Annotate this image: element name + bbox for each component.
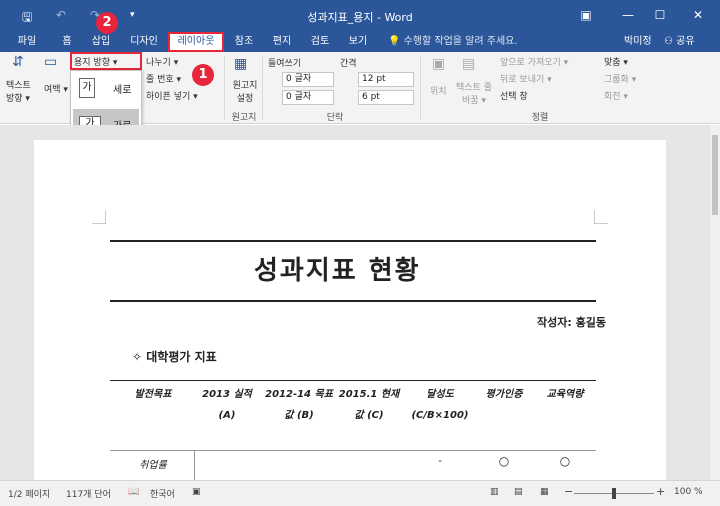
ribbon-separator	[262, 56, 263, 120]
selection-pane-button[interactable]: 선택 창	[500, 89, 528, 102]
table-header-cell[interactable]: 2015.1 현재 값 (C)	[336, 384, 402, 426]
orientation-button[interactable]: 용지 방향 ▾	[74, 55, 117, 68]
indent-label: 들여쓰기	[268, 59, 302, 69]
send-backward-button[interactable]: 뒤로 보내기 ▾	[500, 72, 552, 85]
manuscript-icon: ▦	[234, 56, 248, 72]
close-icon[interactable]: ✕	[686, 5, 710, 25]
line-numbers-button[interactable]: 줄 번호 ▾	[146, 72, 181, 85]
table-header-cell[interactable]: 발전목표	[118, 384, 188, 405]
zoom-out-button[interactable]: −	[564, 485, 573, 498]
indent-left-field[interactable]: 0 글자	[282, 72, 334, 87]
maximize-icon[interactable]: ☐	[648, 5, 672, 25]
author-line[interactable]: 작성자: 홍길동	[537, 314, 606, 330]
document-title[interactable]: 성과지표 현황	[254, 250, 421, 287]
spacing-after-field[interactable]: 6 pt	[358, 90, 414, 105]
zoom-slider-knob[interactable]	[612, 488, 616, 499]
portrait-label: 세로	[113, 85, 132, 96]
tab-insert[interactable]: 삽입	[86, 32, 116, 52]
spacing-label: 간격	[340, 59, 357, 69]
user-name[interactable]: 박미정	[624, 32, 652, 52]
portrait-page-icon: 가	[79, 78, 95, 98]
ribbon-display-icon[interactable]: ▣	[574, 5, 598, 25]
read-mode-icon[interactable]: ▥	[490, 487, 499, 497]
step-badge-2: 2	[96, 12, 118, 34]
table-header-cell[interactable]: 2012-14 목표값 (B)	[264, 384, 334, 426]
tab-design[interactable]: 디자인	[124, 32, 164, 52]
margins-icon: ▭	[44, 54, 58, 70]
hyphenation-button[interactable]: 하이픈 넣기 ▾	[146, 89, 198, 102]
orientation-portrait-item[interactable]: 가 세로	[73, 73, 139, 103]
title-bottom-rule	[110, 300, 596, 302]
table-top-border	[110, 380, 596, 381]
margin-corner-mark	[92, 210, 106, 224]
tab-view[interactable]: 보기	[344, 32, 372, 52]
table-header-cell[interactable]: 평가인증	[476, 384, 532, 405]
bring-forward-button[interactable]: 앞으로 가져오기 ▾	[500, 55, 568, 68]
tab-file[interactable]: 파일	[12, 32, 42, 52]
language-indicator[interactable]: 한국어	[150, 487, 175, 500]
ribbon-separator	[420, 56, 421, 120]
word-count[interactable]: 117개 단어	[66, 487, 111, 500]
group-manuscript-label: 원고지	[231, 113, 257, 123]
spacing-before-field[interactable]: 12 pt	[358, 72, 414, 87]
table-column-border	[194, 450, 195, 480]
web-layout-icon[interactable]: ▦	[540, 487, 549, 497]
zoom-slider[interactable]	[574, 488, 654, 499]
indent-right-field[interactable]: 0 글자	[282, 90, 334, 105]
wrap-text-icon: ▤	[462, 56, 476, 72]
status-bar: 1/2 페이지 117개 단어 📖 한국어 ▣ ▥ ▤ ▦ − + 100 %	[0, 480, 720, 506]
scroll-thumb[interactable]	[712, 135, 718, 215]
ribbon-separator	[224, 56, 225, 120]
table-header-cell[interactable]: 달성도 (C/B×100)	[406, 384, 474, 426]
table-cell[interactable]: ○	[534, 454, 596, 468]
proofing-icon[interactable]: 📖	[128, 487, 139, 497]
tab-layout[interactable]: 레이아웃	[168, 32, 224, 52]
group-arrange-label: 정렬	[531, 113, 549, 123]
group-button[interactable]: 그룹화 ▾	[604, 72, 636, 85]
tab-review[interactable]: 검토	[306, 32, 334, 52]
margins-button[interactable]: 여백 ▾	[44, 82, 68, 95]
tab-home[interactable]: 홈	[54, 32, 80, 52]
table-cell[interactable]: -	[406, 456, 474, 467]
tab-references[interactable]: 참조	[230, 32, 258, 52]
table-header-cell[interactable]: 2013 실적 (A)	[194, 384, 260, 426]
title-top-rule	[110, 240, 596, 242]
minimize-icon[interactable]: —	[616, 5, 640, 25]
zoom-level[interactable]: 100 %	[674, 487, 703, 497]
wrap-text-button[interactable]: 텍스트 줄 바꿈 ▾	[456, 82, 492, 108]
vertical-scrollbar[interactable]	[710, 125, 720, 480]
table-header-border	[110, 450, 596, 451]
tab-mailings[interactable]: 편지	[268, 32, 296, 52]
ribbon-tabs: 파일 홈 삽입 디자인 레이아웃 참조 편지 검토 보기 💡 수행할 작업을 알…	[0, 32, 720, 52]
margin-corner-mark	[594, 210, 608, 224]
share-button[interactable]: ⚇ 공유	[664, 32, 695, 52]
table-cell[interactable]: 취업률	[118, 456, 188, 471]
print-layout-icon[interactable]: ▤	[514, 487, 523, 497]
breaks-button[interactable]: 나누기 ▾	[146, 55, 178, 68]
page-count[interactable]: 1/2 페이지	[8, 487, 50, 500]
position-icon: ▣	[432, 56, 446, 72]
rotate-button[interactable]: 회전 ▾	[604, 89, 628, 102]
text-direction-icon: ⇵	[12, 54, 24, 70]
group-paragraph-label: 단락	[326, 113, 344, 123]
zoom-in-button[interactable]: +	[656, 485, 665, 498]
align-button[interactable]: 맞춤 ▾	[604, 55, 628, 68]
tell-me-box[interactable]: 💡 수행할 작업을 알려 주세요.	[388, 32, 518, 52]
macro-icon[interactable]: ▣	[192, 487, 201, 497]
text-direction-button[interactable]: 텍스트 방향 ▾	[6, 80, 34, 106]
section-heading[interactable]: ✧ 대학평가 지표	[132, 348, 217, 365]
position-button[interactable]: 위치	[430, 84, 447, 97]
document-page[interactable]: 성과지표 현황 작성자: 홍길동 ✧ 대학평가 지표 발전목표 2013 실적 …	[34, 140, 666, 480]
table-header-cell[interactable]: 교육역량	[534, 384, 596, 405]
manuscript-settings-button[interactable]: 원고지 설정	[230, 80, 260, 106]
table-cell[interactable]: ○	[476, 454, 532, 468]
step-badge-1: 1	[192, 64, 214, 86]
